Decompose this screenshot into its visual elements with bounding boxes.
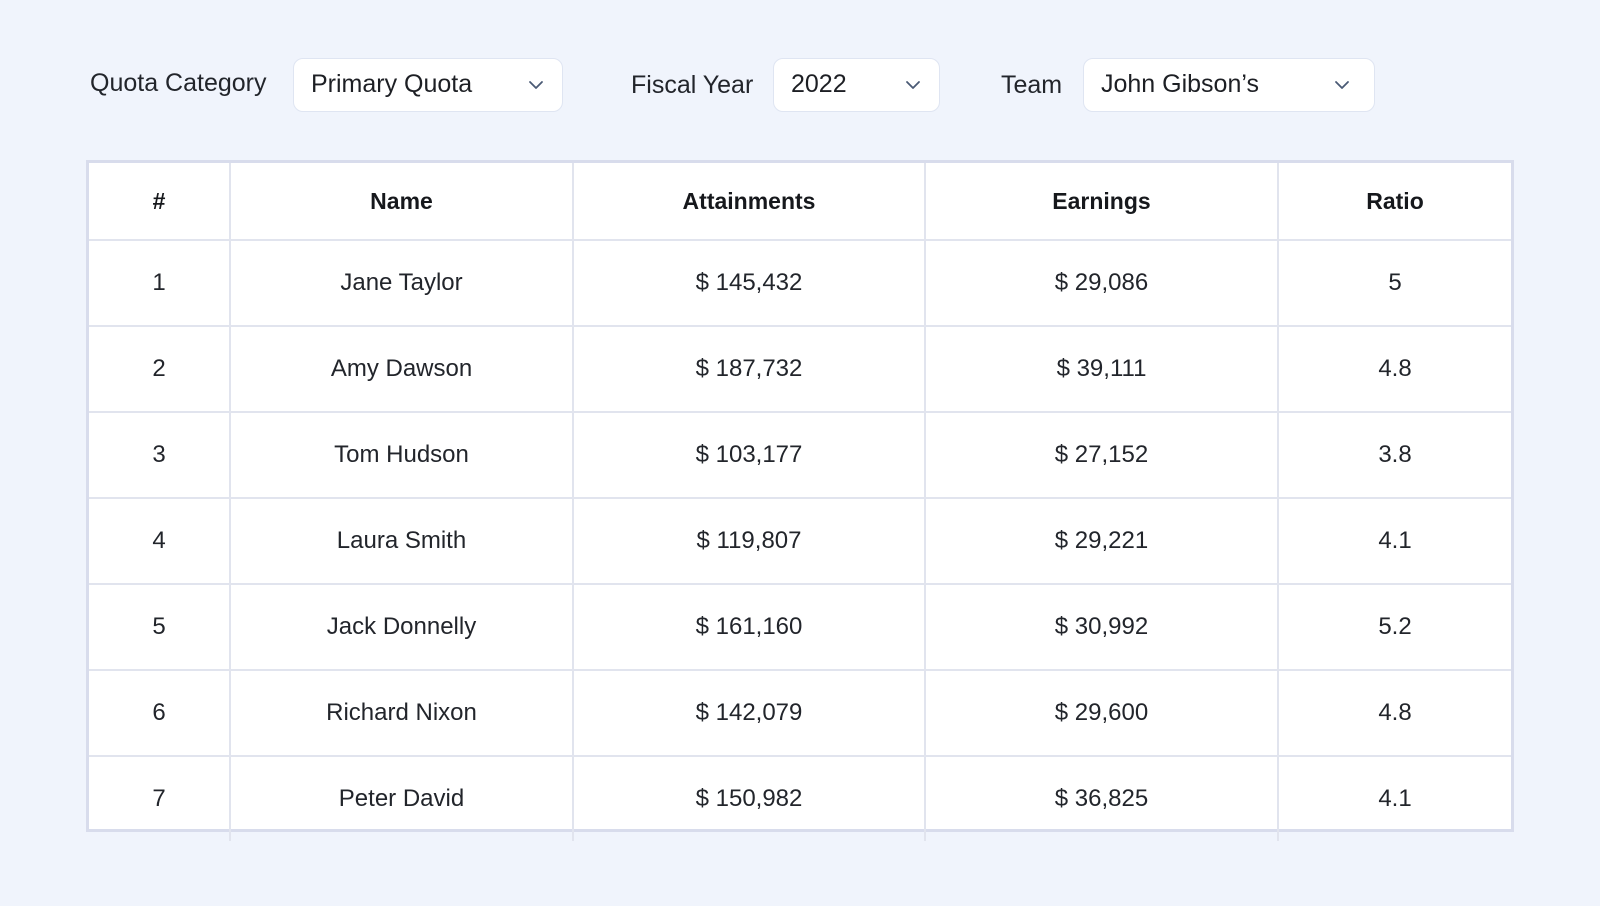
cell-ratio: 4.1 bbox=[1277, 755, 1511, 841]
cell-number: 2 bbox=[89, 325, 231, 413]
fiscal-year-select[interactable]: 2022 bbox=[773, 58, 940, 112]
cell-earnings: $ 29,086 bbox=[924, 239, 1279, 327]
cell-ratio: 3.8 bbox=[1277, 411, 1511, 499]
table-row: 3 Tom Hudson $ 103,177 $ 27,152 3.8 bbox=[89, 411, 1511, 499]
team-select[interactable]: John Gibson’s bbox=[1083, 58, 1375, 112]
cell-earnings: $ 30,992 bbox=[924, 583, 1279, 671]
table-row: 2 Amy Dawson $ 187,732 $ 39,111 4.8 bbox=[89, 325, 1511, 413]
cell-attainments: $ 187,732 bbox=[572, 325, 926, 413]
chevron-down-icon bbox=[526, 75, 546, 95]
cell-ratio: 4.8 bbox=[1277, 669, 1511, 757]
cell-ratio: 5.2 bbox=[1277, 583, 1511, 671]
cell-number: 1 bbox=[89, 239, 231, 327]
chevron-down-icon bbox=[903, 75, 923, 95]
cell-attainments: $ 145,432 bbox=[572, 239, 926, 327]
column-header-number: # bbox=[89, 163, 231, 241]
cell-ratio: 5 bbox=[1277, 239, 1511, 327]
cell-ratio: 4.1 bbox=[1277, 497, 1511, 585]
cell-number: 5 bbox=[89, 583, 231, 671]
quota-category-value: Primary Quota bbox=[311, 70, 473, 98]
table-row: 5 Jack Donnelly $ 161,160 $ 30,992 5.2 bbox=[89, 583, 1511, 671]
fiscal-year-value: 2022 bbox=[791, 70, 847, 98]
cell-ratio: 4.8 bbox=[1277, 325, 1511, 413]
cell-attainments: $ 150,982 bbox=[572, 755, 926, 841]
table-header-row: # Name Attainments Earnings Ratio bbox=[89, 163, 1511, 241]
cell-number: 4 bbox=[89, 497, 231, 585]
team-label: Team bbox=[1001, 71, 1063, 99]
cell-name: Richard Nixon bbox=[229, 669, 574, 757]
cell-earnings: $ 39,111 bbox=[924, 325, 1279, 413]
cell-earnings: $ 36,825 bbox=[924, 755, 1279, 841]
column-header-earnings: Earnings bbox=[924, 163, 1279, 241]
cell-name: Jane Taylor bbox=[229, 239, 574, 327]
table-row: 1 Jane Taylor $ 145,432 $ 29,086 5 bbox=[89, 239, 1511, 327]
table-row: 4 Laura Smith $ 119,807 $ 29,221 4.1 bbox=[89, 497, 1511, 585]
cell-name: Tom Hudson bbox=[229, 411, 574, 499]
cell-name: Amy Dawson bbox=[229, 325, 574, 413]
table-row: 6 Richard Nixon $ 142,079 $ 29,600 4.8 bbox=[89, 669, 1511, 757]
cell-attainments: $ 161,160 bbox=[572, 583, 926, 671]
cell-number: 6 bbox=[89, 669, 231, 757]
quota-category-label: Quota Category bbox=[90, 69, 267, 97]
quota-table: # Name Attainments Earnings Ratio 1 Jane… bbox=[86, 160, 1514, 841]
fiscal-year-label: Fiscal Year bbox=[631, 71, 754, 99]
cell-attainments: $ 103,177 bbox=[572, 411, 926, 499]
cell-number: 3 bbox=[89, 411, 231, 499]
cell-number: 7 bbox=[89, 755, 231, 841]
cell-attainments: $ 142,079 bbox=[572, 669, 926, 757]
cell-name: Laura Smith bbox=[229, 497, 574, 585]
cell-earnings: $ 27,152 bbox=[924, 411, 1279, 499]
quota-category-select[interactable]: Primary Quota bbox=[293, 58, 563, 112]
cell-earnings: $ 29,600 bbox=[924, 669, 1279, 757]
cell-name: Jack Donnelly bbox=[229, 583, 574, 671]
team-value: John Gibson’s bbox=[1101, 70, 1259, 98]
table-row: 7 Peter David $ 150,982 $ 36,825 4.1 bbox=[89, 755, 1511, 841]
column-header-name: Name bbox=[229, 163, 574, 241]
cell-name: Peter David bbox=[229, 755, 574, 841]
chevron-down-icon bbox=[1332, 75, 1352, 95]
cell-attainments: $ 119,807 bbox=[572, 497, 926, 585]
filter-bar: Quota Category Primary Quota Fiscal Year… bbox=[90, 58, 1390, 112]
cell-earnings: $ 29,221 bbox=[924, 497, 1279, 585]
column-header-attainments: Attainments bbox=[572, 163, 926, 241]
column-header-ratio: Ratio bbox=[1277, 163, 1511, 241]
